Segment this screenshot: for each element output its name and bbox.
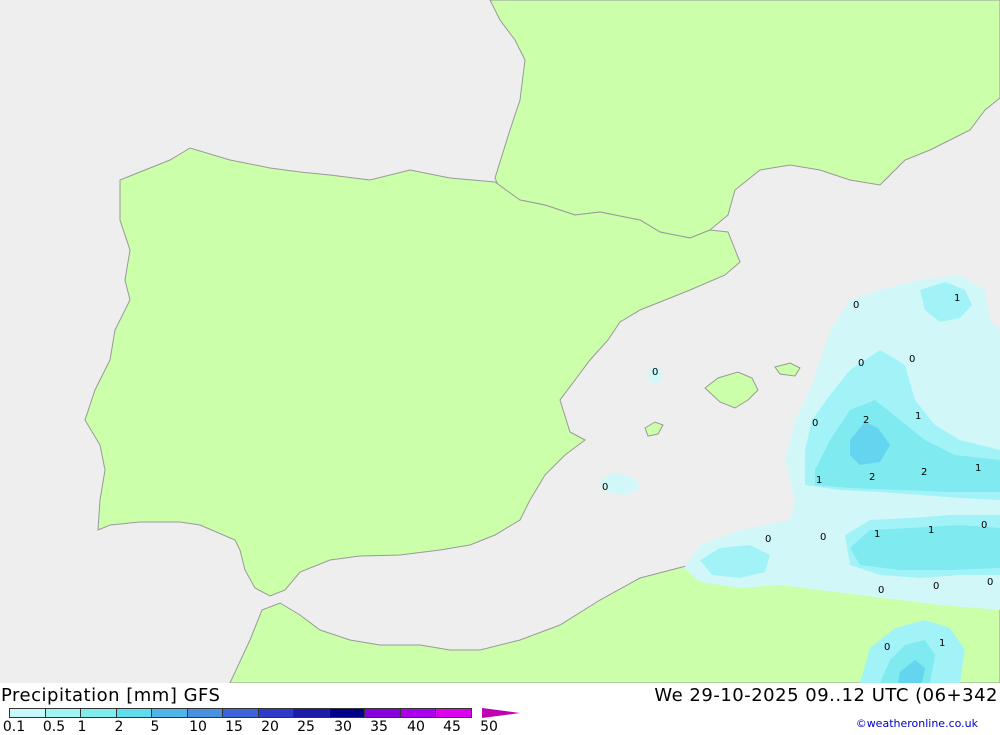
contour-label: 0 — [652, 367, 658, 378]
legend-swatch — [9, 708, 46, 718]
legend-swatch — [293, 708, 330, 718]
contour-label: 1 — [816, 475, 822, 486]
precipitation-map[interactable]: 0 1 0 0 0 0 2 1 1 2 2 1 0 0 0 1 1 0 0 0 … — [0, 0, 1000, 683]
contour-label: 0 — [987, 577, 993, 588]
contour-label: 0 — [933, 581, 939, 592]
contour-label: 0 — [820, 532, 826, 543]
legend-swatch — [186, 708, 223, 718]
contour-label: 0 — [858, 358, 864, 369]
contour-label: 0 — [878, 585, 884, 596]
contour-label: 0 — [884, 642, 890, 653]
contour-label: 0 — [602, 482, 608, 493]
contour-label: 1 — [939, 638, 945, 649]
legend-swatch — [328, 708, 365, 718]
contour-label: 1 — [954, 293, 960, 304]
valid-time: We 29-10-2025 09..12 UTC (06+342 — [654, 685, 998, 706]
contour-label: 1 — [928, 525, 934, 536]
contour-label: 1 — [975, 463, 981, 474]
contour-label: 0 — [765, 534, 771, 545]
legend-swatch — [257, 708, 294, 718]
legend-swatch — [44, 708, 81, 718]
map-canvas: 0 1 0 0 0 0 2 1 1 2 2 1 0 0 0 1 1 0 0 0 … — [0, 0, 1000, 683]
contour-label: 0 — [981, 520, 987, 531]
legend-swatch — [364, 708, 401, 718]
legend-swatch — [435, 708, 472, 718]
contour-label: 0 — [909, 354, 915, 365]
legend-swatch — [80, 708, 117, 718]
legend-arrow — [482, 708, 520, 718]
legend-swatch — [222, 708, 259, 718]
contour-label: 2 — [921, 467, 927, 478]
contour-label: 2 — [869, 472, 875, 483]
contour-label: 1 — [874, 529, 880, 540]
contour-label: 1 — [915, 411, 921, 422]
contour-label: 0 — [853, 300, 859, 311]
legend-swatch — [115, 708, 152, 718]
contour-label: 2 — [863, 415, 869, 426]
contour-label: 0 — [812, 418, 818, 429]
copyright-link[interactable]: ©weatheronline.co.uk — [856, 717, 978, 730]
legend-swatch — [399, 708, 436, 718]
map-footer: Precipitation [mm] GFS We 29-10-2025 09.… — [0, 683, 1000, 735]
legend-color-bar — [9, 708, 472, 718]
legend-labels: 0.1 0.5 1 2 5 10 15 20 25 30 35 40 45 50 — [0, 719, 520, 735]
legend-swatch — [151, 708, 188, 718]
product-title: Precipitation [mm] GFS — [1, 685, 221, 706]
